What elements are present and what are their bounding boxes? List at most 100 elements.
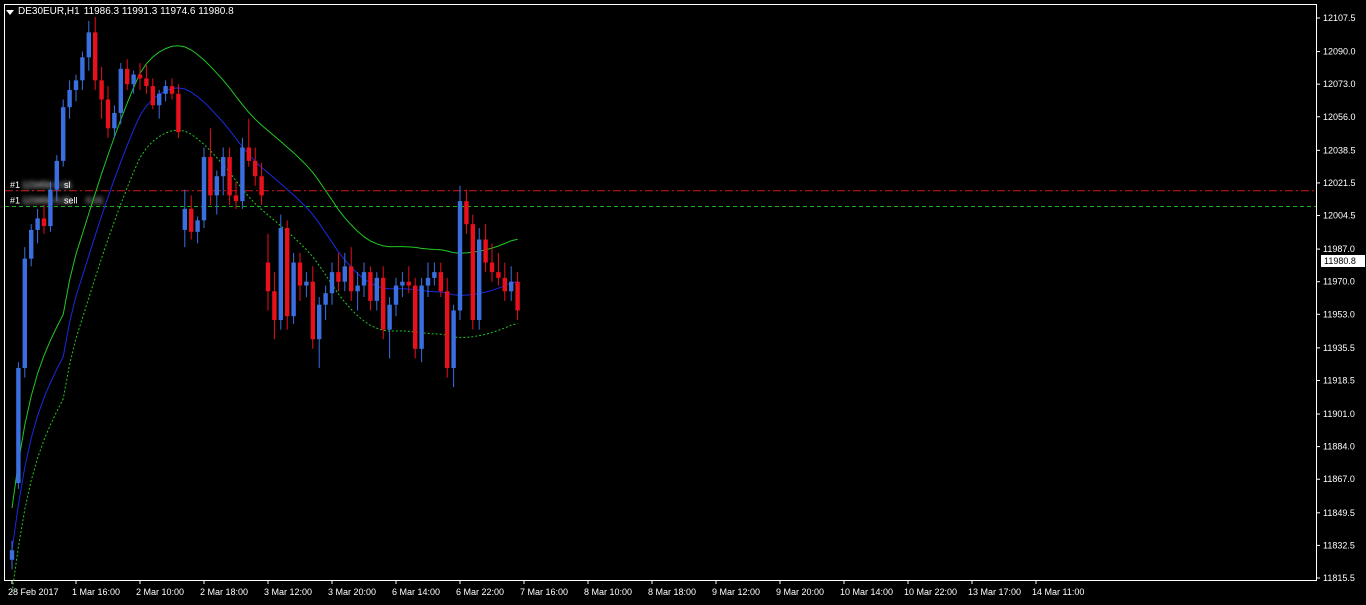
candle-body — [131, 74, 136, 85]
candle-body — [259, 176, 264, 196]
candles — [9, 17, 520, 570]
candle-body — [137, 74, 143, 79]
y-tick-label: 11918.5 — [1323, 375, 1355, 385]
candle-body — [253, 160, 258, 177]
candle-body — [509, 281, 514, 292]
candle-body — [201, 157, 207, 221]
candle-body — [425, 277, 431, 286]
y-tick-label: 11884.0 — [1323, 442, 1355, 452]
candle-body — [317, 304, 322, 340]
moving-average-bands — [11, 45, 518, 593]
x-tick-label: 28 Feb 2017 — [8, 587, 59, 597]
candle-body — [393, 285, 399, 305]
candle-body — [291, 262, 296, 317]
x-tick-label: 9 Mar 20:00 — [776, 587, 824, 597]
candle-body — [355, 285, 360, 292]
candle-body — [368, 272, 373, 301]
candle-body — [381, 277, 386, 330]
candle-body — [272, 291, 277, 321]
candle-body — [112, 112, 117, 129]
candle-body — [374, 277, 379, 301]
candle-body — [349, 266, 354, 292]
x-tick-label: 8 Mar 18:00 — [648, 587, 696, 597]
candle-body — [406, 281, 411, 286]
candle-body — [419, 285, 424, 349]
candle-body — [342, 266, 347, 282]
y-tick-label: 12038.5 — [1323, 145, 1356, 155]
candle-body — [240, 147, 245, 202]
order-lines: #1 123456 0.01sl#1 123456 0.01sell 0.01 — [5, 180, 1316, 208]
candle-body — [182, 208, 187, 230]
candle-body — [86, 32, 91, 58]
price-axis: 12107.5 12090.0 12073.0 12056.0 12038.5 12021… — [1316, 13, 1356, 583]
x-tick-label: 10 Mar 22:00 — [904, 587, 957, 597]
price-chart[interactable]: #1 123456 0.01sl#1 123456 0.01sell 0.01 121… — [0, 0, 1366, 605]
candle-body — [157, 93, 162, 106]
candle-body — [304, 281, 309, 286]
order-label-extra-hidden: 0.01 — [86, 196, 104, 206]
y-tick-label: 12021.5 — [1323, 178, 1356, 188]
order-label-suffix: sell — [64, 196, 78, 206]
candle-body — [73, 80, 79, 90]
candle-body — [41, 218, 47, 227]
candle-body — [195, 220, 200, 232]
candle-body — [413, 285, 418, 349]
y-tick-label: 12056.0 — [1323, 112, 1356, 122]
candle-body — [9, 550, 15, 560]
x-tick-label: 1 Mar 16:00 — [72, 587, 120, 597]
candle-body — [285, 228, 290, 317]
current-price-label: 11980.8 — [1324, 256, 1356, 266]
x-tick-label: 7 Mar 16:00 — [520, 587, 568, 597]
candle-body — [246, 147, 251, 161]
y-tick-label: 11849.5 — [1323, 508, 1355, 518]
candle-body — [150, 86, 155, 106]
plot-frame — [4, 4, 1317, 581]
candle-body — [438, 272, 443, 292]
candle-body — [233, 195, 239, 202]
candle-body — [16, 368, 21, 484]
candle-body — [48, 189, 53, 227]
candle-body — [329, 272, 335, 294]
y-tick-label: 11953.0 — [1323, 309, 1355, 319]
candle-body — [163, 86, 168, 94]
candle-body — [227, 157, 232, 196]
x-tick-label: 10 Mar 14:00 — [840, 587, 893, 597]
candle-body — [336, 272, 341, 282]
order-label-prefix: #1 — [10, 180, 20, 190]
y-tick-label: 11970.0 — [1323, 277, 1355, 287]
candle-body — [54, 160, 59, 190]
x-tick-label: 3 Mar 12:00 — [264, 587, 312, 597]
candle-body — [515, 281, 520, 311]
candle-body — [221, 157, 226, 177]
candle-body — [400, 281, 405, 286]
time-axis: 28 Feb 2017 1 Mar 16:00 2 Mar 10:00 2 Mar 1… — [8, 580, 1084, 597]
candle-body — [387, 304, 392, 330]
ma-middle-line — [11, 87, 518, 551]
candle-body — [445, 291, 450, 368]
x-tick-label: 2 Mar 10:00 — [136, 587, 184, 597]
x-tick-label: 14 Mar 11:00 — [1032, 587, 1084, 597]
y-tick-label: 11867.0 — [1323, 474, 1355, 484]
candle-body — [496, 272, 501, 278]
x-tick-label: 6 Mar 22:00 — [456, 587, 504, 597]
candle-body — [208, 157, 213, 196]
y-tick-label: 11832.5 — [1323, 540, 1355, 550]
y-tick-label: 11901.0 — [1323, 409, 1355, 419]
candle-body — [29, 229, 34, 259]
current-price-marker: 11980.8 — [1321, 254, 1365, 267]
y-tick-label: 12073.0 — [1323, 79, 1356, 89]
candle-body — [451, 310, 456, 368]
y-tick-label: 11815.5 — [1323, 573, 1355, 583]
candle-body — [457, 201, 463, 311]
candle-body — [489, 262, 495, 273]
candle-body — [464, 201, 469, 225]
y-tick-label: 12107.5 — [1323, 13, 1356, 23]
x-tick-label: 13 Mar 17:00 — [968, 587, 1021, 597]
candle-body — [323, 293, 328, 305]
candle-body — [310, 281, 315, 340]
y-tick-label: 12090.0 — [1323, 47, 1356, 57]
candle-body — [477, 239, 482, 321]
x-tick-label: 3 Mar 20:00 — [328, 587, 376, 597]
candle-body — [297, 262, 303, 286]
candle-body — [189, 208, 194, 232]
